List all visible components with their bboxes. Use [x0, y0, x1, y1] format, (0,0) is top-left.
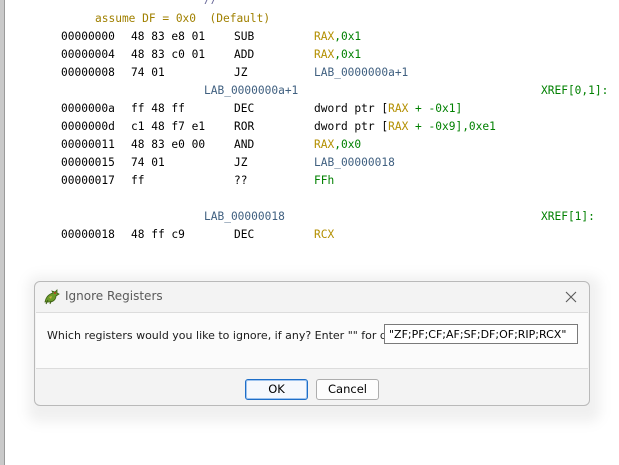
address: 00000011 [61, 138, 115, 151]
mnemonic: JZ [234, 156, 248, 169]
dialog-titlebar[interactable]: Ignore Registers [35, 282, 589, 312]
address: 00000000 [61, 30, 115, 43]
comment-line: // [204, 0, 217, 9]
bytes: ff [131, 174, 145, 187]
close-button[interactable] [561, 287, 581, 307]
bytes: 48 83 c0 01 [131, 48, 206, 61]
bytes: 74 01 [131, 66, 165, 79]
operand: dword ptr [RAX + -0x9],0xe1 [314, 118, 496, 136]
bytes: ff 48 ff [131, 102, 185, 115]
bytes: 48 ff c9 [131, 228, 185, 241]
mnemonic: ?? [234, 174, 248, 187]
dragon-app-icon [43, 288, 61, 306]
operand: RAX,0x0 [314, 136, 361, 154]
address: 00000015 [61, 156, 115, 169]
register: RAX [314, 30, 335, 43]
mnemonic: ADD [234, 48, 255, 61]
label[interactable]: LAB_00000018 [204, 208, 285, 226]
dialog-body: Which registers would you like to ignore… [36, 312, 588, 369]
assume-line: assume DF = 0x0 (Default) [95, 12, 271, 25]
operand-suffix: + -0x1] [408, 102, 463, 115]
registers-input[interactable] [384, 324, 578, 344]
ignore-registers-dialog: Ignore Registers Which registers would y… [34, 281, 590, 406]
operand: FFh [314, 174, 335, 187]
operand-label-link[interactable]: LAB_00000018 [314, 154, 395, 172]
address: 0000000a [61, 102, 115, 115]
operand-suffix: + -0x9],0xe1 [408, 120, 496, 133]
bytes: 74 01 [131, 156, 165, 169]
register: RAX [388, 102, 409, 115]
operand-rest: ,0x1 [334, 30, 362, 43]
mnemonic: JZ [234, 66, 248, 79]
operand: dword ptr [RAX + -0x1] [314, 100, 462, 118]
operand: RAX,0x1 [314, 28, 361, 46]
register: RCX [314, 228, 335, 241]
bytes: c1 48 f7 e1 [131, 120, 206, 133]
operand-prefix: dword ptr [ [314, 102, 389, 115]
operand-rest: ,0x1 [334, 48, 362, 61]
address: 0000000d [61, 120, 115, 133]
mnemonic: DEC [234, 228, 255, 241]
dialog-title: Ignore Registers [65, 289, 163, 303]
register: RAX [314, 48, 335, 61]
operand: RAX,0x1 [314, 46, 361, 64]
address: 00000004 [61, 48, 115, 61]
ok-button[interactable]: OK [245, 379, 308, 400]
address: 00000008 [61, 66, 115, 79]
close-icon [565, 291, 577, 303]
mnemonic: SUB [234, 30, 255, 43]
register: RAX [314, 138, 335, 151]
mnemonic: ROR [234, 120, 255, 133]
bytes: 48 83 e8 01 [131, 30, 206, 43]
operand-rest: ,0x0 [334, 138, 362, 151]
prompt-text: Which registers would you like to ignore… [47, 329, 423, 342]
label[interactable]: LAB_0000000a+1 [204, 82, 298, 100]
bytes: 48 83 e0 00 [131, 138, 206, 151]
operand-label-link[interactable]: LAB_0000000a+1 [314, 64, 408, 82]
operand-prefix: dword ptr [ [314, 120, 389, 133]
mnemonic: DEC [234, 102, 255, 115]
xref[interactable]: XREF[1]: [541, 208, 595, 226]
address: 00000018 [61, 228, 115, 241]
cancel-button[interactable]: Cancel [316, 379, 379, 400]
mnemonic: AND [234, 138, 255, 151]
address: 00000017 [61, 174, 115, 187]
register: RAX [388, 120, 409, 133]
xref[interactable]: XREF[0,1]: [541, 82, 608, 100]
